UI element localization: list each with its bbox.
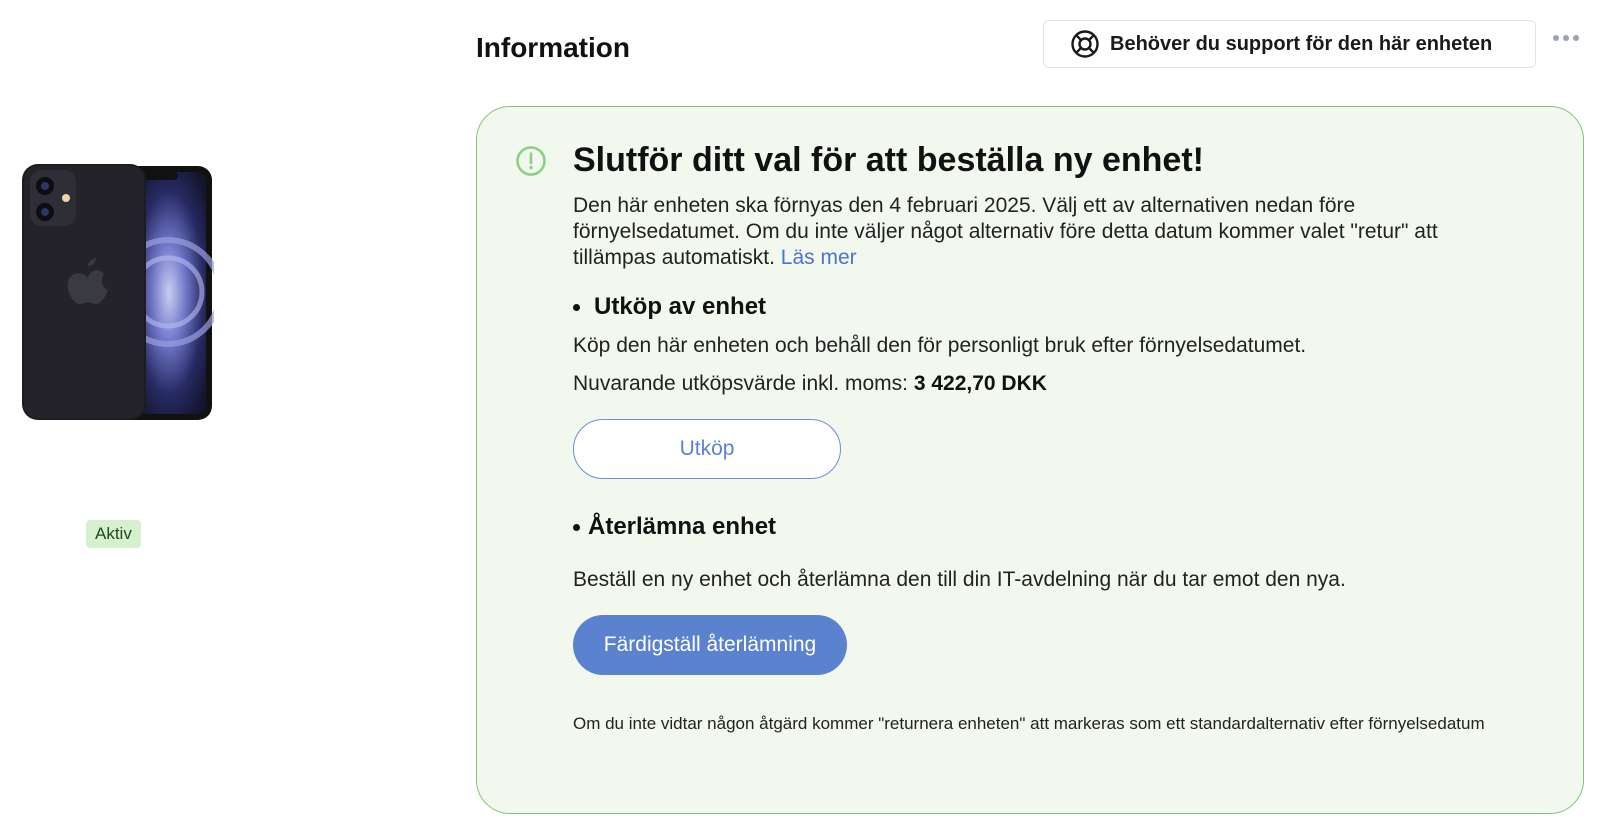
read-more-link[interactable]: Läs mer: [781, 246, 857, 269]
notice-description-text: Den här enheten ska förnyas den 4 februa…: [573, 194, 1438, 269]
status-badge: Aktiv: [86, 520, 141, 548]
buyout-value-label: Nuvarande utköpsvärde inkl. moms:: [573, 372, 908, 395]
buyout-value-line: Nuvarande utköpsvärde inkl. moms: 3 422,…: [573, 371, 1523, 397]
more-options-icon[interactable]: [1548, 28, 1584, 48]
page-title: Information: [476, 32, 630, 63]
default-option-footnote: Om du inte vidtar någon åtgärd kommer "r…: [573, 714, 1485, 733]
buyout-heading: Utköp av enhet: [573, 293, 1523, 321]
phone-image: [22, 164, 214, 420]
bullet-icon: [573, 523, 580, 531]
return-description: Beställ en ny enhet och återlämna den ti…: [573, 568, 1346, 591]
renewal-notice-card: Slutför ditt val för att beställa ny enh…: [476, 106, 1584, 814]
alert-circle-icon: [516, 146, 546, 176]
complete-return-button[interactable]: Färdigställ återlämning: [573, 615, 847, 675]
notice-title: Slutför ditt val för att beställa ny enh…: [573, 141, 1204, 179]
buyout-heading-label: Utköp av enhet: [594, 293, 767, 320]
device-panel: Aktiv: [0, 0, 240, 830]
buyout-description: Köp den här enheten och behåll den för p…: [573, 334, 1307, 357]
lifebuoy-icon: [1070, 29, 1100, 59]
support-button[interactable]: Behöver du support för den här enheten: [1043, 20, 1536, 68]
notice-description: Den här enheten ska förnyas den 4 februa…: [573, 193, 1523, 271]
bullet-icon: [573, 303, 580, 311]
return-heading-label: Återlämna enhet: [588, 513, 777, 540]
return-heading: Återlämna enhet: [573, 513, 1523, 541]
support-button-label: Behöver du support för den här enheten: [1110, 32, 1493, 55]
buyout-button[interactable]: Utköp: [573, 419, 841, 479]
buyout-value-amount: 3 422,70 DKK: [913, 372, 1047, 395]
